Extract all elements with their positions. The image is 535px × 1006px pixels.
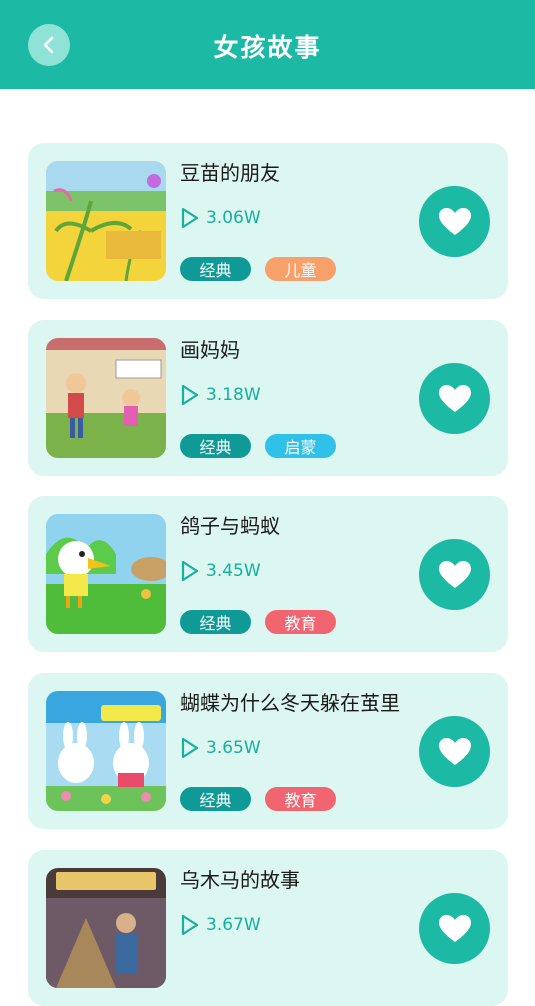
favorite-button[interactable]	[419, 716, 490, 787]
heart-icon	[438, 384, 471, 412]
play-count: 3.45W	[180, 559, 261, 583]
play-count-value: 3.67W	[206, 915, 261, 935]
favorite-button[interactable]	[419, 893, 490, 964]
story-cover-image	[46, 691, 166, 811]
story-card[interactable]: 蝴蝶为什么冬天躲在茧里 3.65W 经典 教育	[28, 673, 508, 829]
story-title: 豆苗的朋友	[180, 161, 280, 185]
tag-children: 儿童	[265, 257, 336, 281]
play-icon	[181, 914, 199, 936]
play-icon	[181, 207, 199, 229]
top-bar: 女孩故事	[0, 0, 535, 89]
tag-education: 教育	[265, 787, 336, 811]
story-card[interactable]: 鸽子与蚂蚁 3.45W 经典 教育	[28, 496, 508, 652]
story-cover-image	[46, 514, 166, 634]
tag-education: 教育	[265, 610, 336, 634]
story-cover-image	[46, 338, 166, 458]
heart-icon	[438, 207, 471, 235]
favorite-button[interactable]	[419, 363, 490, 434]
page-title: 女孩故事	[213, 33, 322, 62]
play-count-value: 3.65W	[206, 738, 261, 758]
play-count: 3.06W	[180, 206, 261, 230]
tag-classic: 经典	[180, 610, 251, 634]
story-title: 乌木马的故事	[180, 868, 300, 892]
story-title: 鸽子与蚂蚁	[180, 514, 280, 538]
story-cover-image	[46, 868, 166, 988]
play-icon	[181, 560, 199, 582]
story-card[interactable]: 画妈妈 3.18W 经典 启蒙	[28, 320, 508, 476]
heart-icon	[438, 560, 471, 588]
story-title: 蝴蝶为什么冬天躲在茧里	[180, 691, 400, 715]
heart-icon	[438, 737, 471, 765]
story-card[interactable]: 豆苗的朋友 3.06W 经典 儿童	[28, 143, 508, 299]
tag-enlighten: 启蒙	[265, 434, 336, 458]
tag-classic: 经典	[180, 434, 251, 458]
tag-classic: 经典	[180, 787, 251, 811]
play-count: 3.65W	[180, 736, 261, 760]
play-count-value: 3.45W	[206, 561, 261, 581]
play-count: 3.67W	[180, 913, 261, 937]
tag-classic: 经典	[180, 257, 251, 281]
story-title: 画妈妈	[180, 338, 240, 362]
favorite-button[interactable]	[419, 539, 490, 610]
story-card[interactable]: 乌木马的故事 3.67W	[28, 850, 508, 1006]
play-count-value: 3.18W	[206, 385, 261, 405]
play-icon	[181, 384, 199, 406]
story-cover-image	[46, 161, 166, 281]
play-count-value: 3.06W	[206, 208, 261, 228]
favorite-button[interactable]	[419, 186, 490, 257]
heart-icon	[438, 914, 471, 942]
play-icon	[181, 737, 199, 759]
play-count: 3.18W	[180, 383, 261, 407]
